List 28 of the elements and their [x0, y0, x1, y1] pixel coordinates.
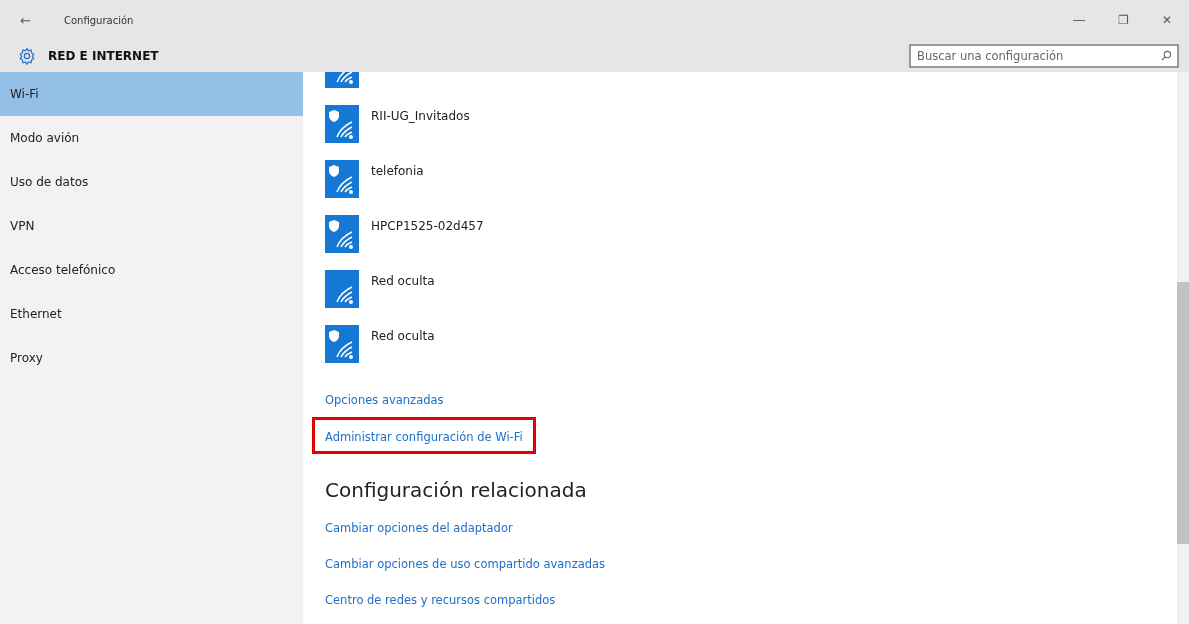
page-title: RED E INTERNET	[48, 49, 160, 63]
network-name[interactable]: telefonia	[371, 164, 424, 178]
scrollbar[interactable]	[1177, 72, 1189, 624]
section-heading: Configuración relacionada	[325, 478, 588, 502]
network-name[interactable]: Red oculta	[371, 274, 435, 288]
minimize-button[interactable]: —	[1057, 0, 1101, 40]
restore-button[interactable]: ❐	[1101, 0, 1145, 40]
settings-link[interactable]: Administrar configuración de Wi-Fi	[325, 430, 523, 444]
back-button[interactable]: ←	[20, 12, 64, 28]
close-button[interactable]: ✕	[1145, 0, 1189, 40]
sidebar-item[interactable]: Uso de datos	[0, 160, 303, 204]
settings-link[interactable]: Opciones avanzadas	[325, 393, 444, 407]
sidebar-item[interactable]: Ethernet	[0, 292, 303, 336]
sidebar-item[interactable]: Acceso telefónico	[0, 248, 303, 292]
sidebar-item[interactable]: Wi-Fi	[0, 72, 303, 116]
network-name[interactable]: Red oculta	[371, 329, 435, 343]
sidebar-item[interactable]: VPN	[0, 204, 303, 248]
search-field[interactable]: Buscar una configuración	[909, 44, 1179, 68]
sidebar-item[interactable]: Modo avión	[0, 116, 303, 160]
settings-link[interactable]: Cambiar opciones de uso compartido avanzadas	[325, 557, 606, 571]
settings-link[interactable]: Cambiar opciones del adaptador	[325, 521, 513, 535]
search-icon	[1161, 50, 1172, 61]
network-name[interactable]: RII-UG_Invitados	[371, 109, 470, 123]
window-title: Configuración	[64, 14, 135, 26]
settings-icon	[18, 47, 36, 65]
settings-link[interactable]: Centro de redes y recursos compartidos	[325, 593, 556, 607]
network-name[interactable]: HPCP1525-02d457	[371, 219, 484, 233]
sidebar-item[interactable]: Proxy	[0, 336, 303, 380]
